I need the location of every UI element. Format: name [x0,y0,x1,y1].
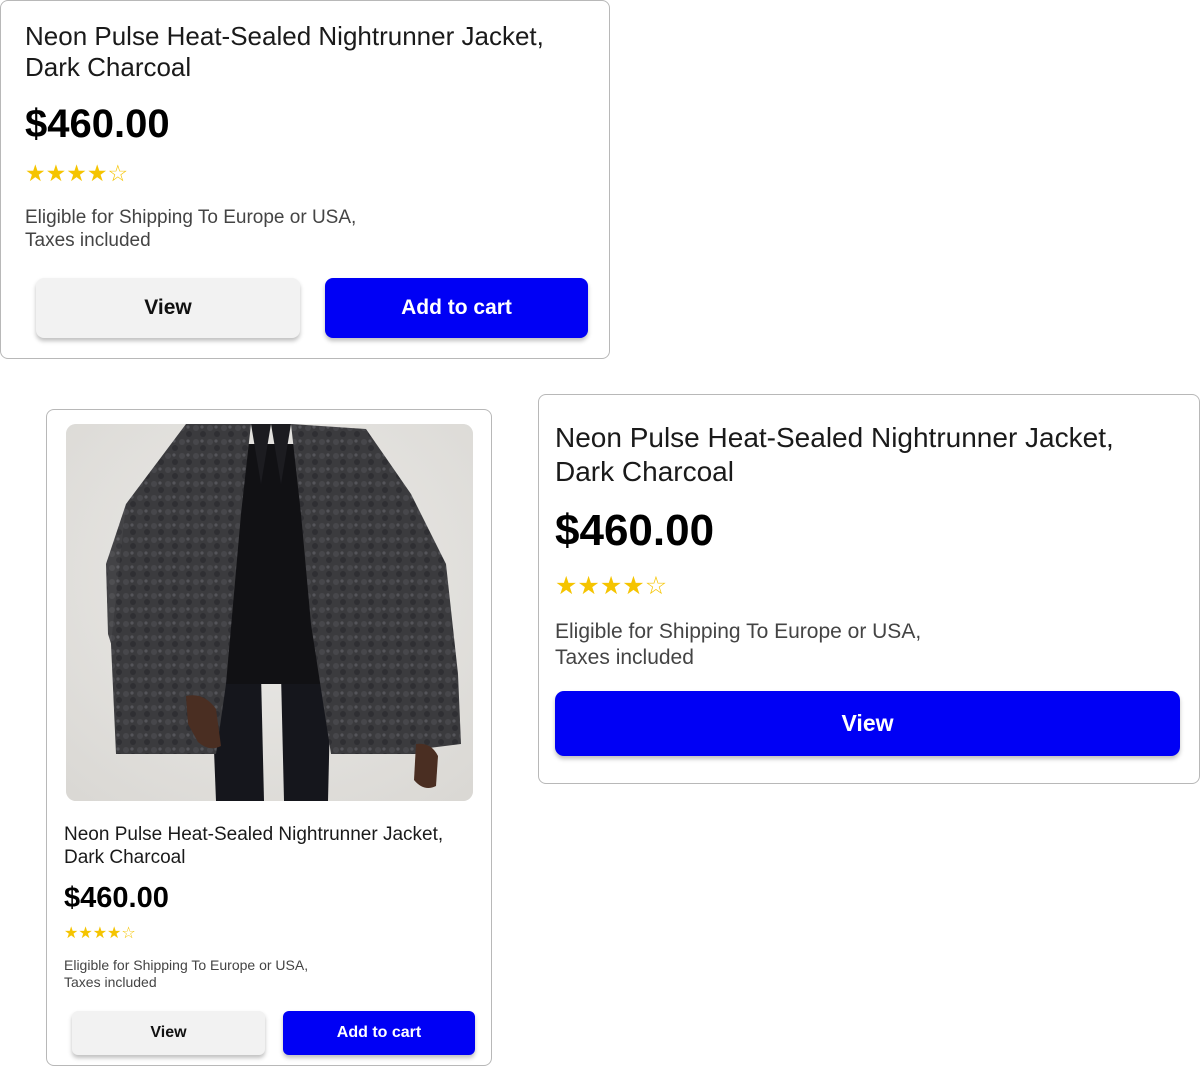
product-image[interactable] [66,424,473,801]
star-filled-icon: ★ [555,572,578,600]
product-title: Neon Pulse Heat-Sealed Nightrunner Jacke… [25,21,544,82]
star-filled-icon: ★ [45,160,67,186]
star-filled-icon: ★ [577,572,600,600]
shipping-info: Eligible for Shipping To Europe or USA, … [555,619,985,671]
star-empty-icon: ☆ [107,160,129,186]
taxes-line: Taxes included [25,230,151,251]
add-to-cart-button[interactable]: Add to cart [325,278,588,338]
taxes-line: Taxes included [64,974,157,990]
star-filled-icon: ★ [92,925,108,942]
star-empty-icon: ☆ [121,925,136,942]
star-rating: ★ ★ ★ ★ ☆ [64,924,136,944]
product-price: $460.00 [25,102,170,146]
star-empty-icon: ☆ [644,572,668,600]
shipping-line: Eligible for Shipping To Europe or USA, [555,620,922,643]
product-card-single-action: Neon Pulse Heat-Sealed Nightrunner Jacke… [538,394,1200,784]
product-title: Neon Pulse Heat-Sealed Nightrunner Jacke… [555,422,1114,487]
view-button[interactable]: View [36,278,300,338]
star-filled-icon: ★ [599,572,623,600]
shipping-info: Eligible for Shipping To Europe or USA, … [25,206,425,252]
view-button[interactable]: View [555,691,1180,756]
star-filled-icon: ★ [25,160,46,186]
product-price: $460.00 [64,882,169,914]
shipping-info: Eligible for Shipping To Europe or USA, … [64,957,384,991]
product-card-compact: Neon Pulse Heat-Sealed Nightrunner Jacke… [0,0,610,359]
star-filled-icon: ★ [64,925,79,942]
star-filled-icon: ★ [622,572,645,600]
star-filled-icon: ★ [78,925,93,942]
star-filled-icon: ★ [107,925,122,942]
shipping-line: Eligible for Shipping To Europe or USA, [25,207,357,228]
star-rating: ★ ★ ★ ★ ☆ [555,571,667,601]
star-filled-icon: ★ [86,160,108,186]
product-price: $460.00 [555,506,715,555]
star-filled-icon: ★ [66,160,87,186]
taxes-line: Taxes included [555,646,694,669]
view-button[interactable]: View [72,1011,265,1055]
shipping-line: Eligible for Shipping To Europe or USA, [64,957,309,973]
star-rating: ★ ★ ★ ★ ☆ [25,159,128,187]
product-title: Neon Pulse Heat-Sealed Nightrunner Jacke… [64,824,444,868]
add-to-cart-button[interactable]: Add to cart [283,1011,475,1055]
product-card-with-image: Neon Pulse Heat-Sealed Nightrunner Jacke… [46,409,492,1066]
